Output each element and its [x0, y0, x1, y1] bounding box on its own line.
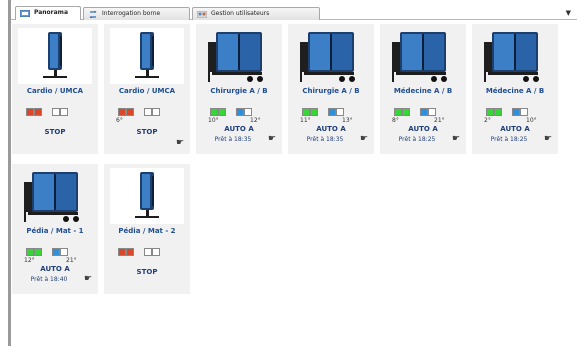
single-cart-icon [110, 28, 184, 84]
temperature-a: 6° [116, 117, 123, 124]
card-name: Pédia / Mat - 2 [118, 227, 176, 235]
card-name: Chirurgie A / B [302, 87, 360, 95]
status-square-red [118, 248, 126, 256]
users-icon [197, 11, 207, 18]
window-left-border [8, 0, 11, 346]
mode-status: STOP [136, 128, 158, 136]
temperature-b: 21° [434, 117, 445, 124]
temperature-a: 11° [300, 117, 311, 124]
hand-pointer-icon[interactable]: ☛ [360, 134, 368, 144]
status-square-empty [144, 108, 152, 116]
status-square-green [26, 248, 34, 256]
status-square-empty [52, 108, 60, 116]
status-square-red [34, 108, 42, 116]
temperature-a: 8° [392, 117, 399, 124]
tab-interrogation-borne[interactable]: Interrogation borne [83, 7, 190, 20]
tab-label: Interrogation borne [102, 10, 161, 17]
temperature-a: 2° [484, 117, 491, 124]
status-square-green [34, 248, 42, 256]
panorama-icon [20, 10, 30, 17]
refrigerator-card[interactable]: Chirurgie A / B 11° 13° AUTO A Prêt à 18:35 ☛ [288, 24, 374, 154]
tab-label: Panorama [34, 9, 68, 16]
refrigerator-card[interactable]: Chirurgie A / B 10° 12° AUTO A Prêt à 18:35 ☛ [196, 24, 282, 154]
refrigerator-card[interactable]: Cardio / UMCA STOP [12, 24, 98, 154]
mode-status: STOP [136, 268, 158, 276]
hand-pointer-icon[interactable]: ☛ [84, 274, 92, 284]
double-cart-icon [386, 28, 460, 84]
tab-scroll-down-icon[interactable]: ▼ [566, 9, 571, 17]
card-name: Médecine A / B [485, 87, 545, 95]
mode-status: AUTO A [40, 265, 70, 273]
status-square-blue [420, 108, 428, 116]
card-name: Pédia / Mat - 1 [26, 227, 84, 235]
double-cart-icon [294, 28, 368, 84]
status-square-blue [236, 108, 244, 116]
temperature-b: 10° [526, 117, 537, 124]
status-square-empty [152, 248, 160, 256]
tab-gestion-utilisateurs[interactable]: Gestion utilisateurs [192, 7, 320, 20]
refrigerator-card[interactable]: Pédia / Mat - 1 12° 21° AUTO A Prêt à 18:40 ☛ [12, 164, 98, 294]
mode-status: AUTO A [224, 125, 254, 133]
card-name: Cardio / UMCA [26, 87, 84, 95]
refrigerator-card[interactable]: Médecine A / B 2° 10° AUTO A Prêt à 18:25 ☛ [472, 24, 558, 154]
ready-time: Prêt à 18:40 [30, 276, 68, 283]
temperature-b: 13° [342, 117, 353, 124]
status-square-empty [428, 108, 436, 116]
status-square-green [394, 108, 402, 116]
status-square-empty [336, 108, 344, 116]
ready-time: Prêt à 18:25 [398, 136, 436, 143]
card-name: Chirurgie A / B [210, 87, 268, 95]
status-square-empty [144, 248, 152, 256]
tab-bar: Panorama Interrogation borne Gestion uti… [11, 6, 577, 20]
tab-panorama[interactable]: Panorama [15, 6, 81, 20]
hand-pointer-icon[interactable]: ☛ [452, 134, 460, 144]
status-square-empty [152, 108, 160, 116]
status-square-red [26, 108, 34, 116]
hand-pointer-icon[interactable]: ☛ [544, 134, 552, 144]
temperature-b: 12° [250, 117, 261, 124]
double-cart-icon [202, 28, 276, 84]
status-square-green [494, 108, 502, 116]
status-square-empty [244, 108, 252, 116]
hand-pointer-icon[interactable]: ☛ [268, 134, 276, 144]
main-window: Panorama Interrogation borne Gestion uti… [0, 0, 577, 346]
refrigerator-card[interactable]: Cardio / UMCA 6° STOP ☛ [104, 24, 190, 154]
refrigerator-card[interactable]: Pédia / Mat - 2 STOP [104, 164, 190, 294]
status-square-green [310, 108, 318, 116]
status-square-green [302, 108, 310, 116]
refresh-arrows-icon [89, 11, 97, 18]
ready-time: Prêt à 18:35 [306, 136, 344, 143]
status-square-blue [512, 108, 520, 116]
ready-time: Prêt à 18:35 [214, 136, 252, 143]
mode-status: AUTO A [408, 125, 438, 133]
status-square-red [118, 108, 126, 116]
status-square-blue [52, 248, 60, 256]
refrigerator-card[interactable]: Médecine A / B 8° 21° AUTO A Prêt à 18:25 ☛ [380, 24, 466, 154]
status-square-green [402, 108, 410, 116]
status-square-empty [60, 108, 68, 116]
card-name: Médecine A / B [393, 87, 453, 95]
double-cart-icon [18, 168, 92, 224]
status-square-green [218, 108, 226, 116]
status-square-red [126, 108, 134, 116]
hand-pointer-icon[interactable]: ☛ [176, 138, 184, 148]
status-square-empty [60, 248, 68, 256]
mode-status: AUTO A [316, 125, 346, 133]
status-square-green [210, 108, 218, 116]
temperature-a: 12° [24, 257, 35, 264]
mode-status: STOP [44, 128, 66, 136]
ready-time: Prêt à 18:25 [490, 136, 528, 143]
card-name: Cardio / UMCA [118, 87, 176, 95]
single-cart-icon [18, 28, 92, 84]
single-cart-icon [110, 168, 184, 224]
status-square-red [126, 248, 134, 256]
tab-label: Gestion utilisateurs [211, 10, 270, 17]
mode-status: AUTO A [500, 125, 530, 133]
temperature-b: 21° [66, 257, 77, 264]
status-square-blue [328, 108, 336, 116]
status-square-empty [520, 108, 528, 116]
temperature-a: 10° [208, 117, 219, 124]
status-square-green [486, 108, 494, 116]
double-cart-icon [478, 28, 552, 84]
